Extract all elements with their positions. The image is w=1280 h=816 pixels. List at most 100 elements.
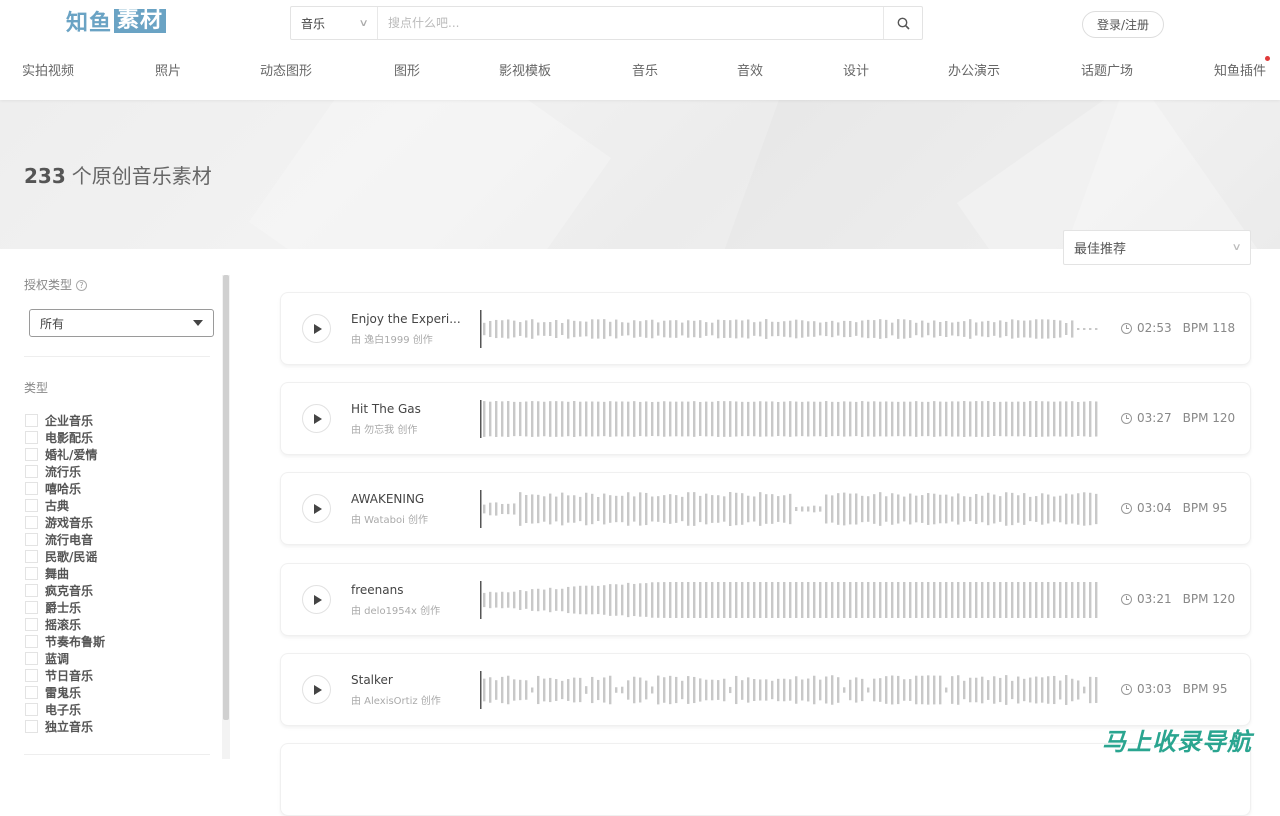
genre-option[interactable]: 摇滚乐 <box>25 616 105 633</box>
genre-option[interactable]: 流行乐 <box>25 463 105 480</box>
genre-option[interactable]: 电影配乐 <box>25 429 105 446</box>
waveform-bar <box>597 496 600 522</box>
waveform-bar <box>945 320 948 338</box>
track-title[interactable]: freenans <box>351 583 463 597</box>
waveform-bar <box>735 582 738 618</box>
genre-checkbox[interactable] <box>25 516 38 529</box>
nav-item-live-video[interactable]: 实拍视频 <box>22 60 74 79</box>
waveform-bar <box>543 322 546 336</box>
waveform-bar <box>1047 494 1050 524</box>
playhead[interactable] <box>480 400 482 438</box>
track-title[interactable]: AWAKENING <box>351 492 463 506</box>
waveform[interactable] <box>480 490 1105 528</box>
genre-checkbox[interactable] <box>25 499 38 512</box>
waveform[interactable] <box>480 310 1105 348</box>
track-card[interactable]: Stalker 由 AlexisOrtiz 创作 03:03 BPM 95 <box>280 653 1251 726</box>
genre-checkbox[interactable] <box>25 618 38 631</box>
genre-checkbox[interactable] <box>25 482 38 495</box>
site-logo[interactable]: 知鱼 素材 <box>66 8 167 36</box>
genre-option[interactable]: 雷鬼乐 <box>25 684 105 701</box>
genre-option[interactable]: 民歌/民谣 <box>25 548 105 565</box>
login-register-button[interactable]: 登录/注册 <box>1082 11 1164 38</box>
genre-checkbox[interactable] <box>25 720 38 733</box>
genre-option[interactable]: 嘻哈乐 <box>25 480 105 497</box>
waveform-bar <box>927 322 930 336</box>
genre-checkbox[interactable] <box>25 533 38 546</box>
waveform-bar <box>651 686 654 694</box>
genre-option[interactable]: 舞曲 <box>25 565 105 582</box>
genre-checkbox[interactable] <box>25 686 38 699</box>
nav-item-photos[interactable]: 照片 <box>155 60 181 79</box>
genre-option[interactable]: 婚礼/爱情 <box>25 446 105 463</box>
waveform-bar <box>1005 675 1008 705</box>
genre-checkbox[interactable] <box>25 431 38 444</box>
play-button[interactable] <box>302 314 331 343</box>
playhead[interactable] <box>480 310 482 348</box>
nav-item-motion-graphics[interactable]: 动态图形 <box>260 60 312 79</box>
play-button[interactable] <box>302 585 331 614</box>
waveform[interactable] <box>480 671 1105 709</box>
nav-item-topics[interactable]: 话题广场 <box>1081 60 1133 79</box>
track-card[interactable]: freenans 由 delo1954x 创作 03:21 BPM 120 <box>280 563 1251 636</box>
genre-option[interactable]: 独立音乐 <box>25 718 105 735</box>
genre-option[interactable]: 电子乐 <box>25 701 105 718</box>
play-button[interactable] <box>302 404 331 433</box>
nav-item-graphics[interactable]: 图形 <box>394 60 420 79</box>
track-card[interactable]: Hit The Gas 由 勿忘我 创作 03:27 BPM 120 <box>280 382 1251 455</box>
track-title[interactable]: Enjoy the Experi... <box>351 312 463 326</box>
genre-option-label: 流行电音 <box>45 533 94 547</box>
nav-item-office[interactable]: 办公演示 <box>948 60 1000 79</box>
genre-option[interactable]: 游戏音乐 <box>25 514 105 531</box>
play-button[interactable] <box>302 675 331 704</box>
playhead[interactable] <box>480 490 482 528</box>
track-card[interactable]: Enjoy the Experi... 由 逸白1999 创作 02:53 BPM 1… <box>280 292 1251 365</box>
waveform-bar <box>747 582 750 618</box>
waveform-bar <box>591 493 594 525</box>
genre-checkbox[interactable] <box>25 448 38 461</box>
genre-option[interactable]: 企业音乐 <box>25 412 105 429</box>
genre-option[interactable]: 流行电音 <box>25 531 105 548</box>
search-input[interactable] <box>378 7 883 39</box>
scrollbar-thumb[interactable] <box>223 275 229 720</box>
genre-option[interactable]: 古典 <box>25 497 105 514</box>
license-type-select[interactable]: 所有 <box>29 309 214 337</box>
genre-checkbox[interactable] <box>25 635 38 648</box>
track-card[interactable]: AWAKENING 由 Wataboi 创作 03:04 BPM 95 <box>280 472 1251 545</box>
genre-checkbox[interactable] <box>25 669 38 682</box>
waveform-bar <box>1083 401 1086 437</box>
genre-checkbox[interactable] <box>25 465 38 478</box>
sort-select[interactable]: 最佳推荐 ∨ <box>1063 230 1251 265</box>
genre-checkbox[interactable] <box>25 584 38 597</box>
play-button[interactable] <box>302 494 331 523</box>
playhead[interactable] <box>480 671 482 709</box>
search-category-select[interactable]: 音乐 ∨ <box>291 7 378 39</box>
nav-item-music[interactable]: 音乐 <box>632 60 658 79</box>
genre-checkbox[interactable] <box>25 601 38 614</box>
waveform-bar <box>579 321 582 337</box>
track-title[interactable]: Stalker <box>351 673 463 687</box>
waveform-bar <box>507 401 510 437</box>
waveform[interactable] <box>480 581 1105 619</box>
playhead[interactable] <box>480 581 482 619</box>
nav-item-plugin[interactable]: 知鱼插件 <box>1214 56 1271 79</box>
nav-item-sound-effects[interactable]: 音效 <box>737 60 763 79</box>
nav-item-video-templates[interactable]: 影视模板 <box>499 60 551 79</box>
waveform[interactable] <box>480 400 1105 438</box>
genre-option[interactable]: 疯克音乐 <box>25 582 105 599</box>
genre-checkbox[interactable] <box>25 567 38 580</box>
genre-option[interactable]: 蓝调 <box>25 650 105 667</box>
waveform-bar <box>597 585 600 615</box>
track-title[interactable]: Hit The Gas <box>351 402 463 416</box>
genre-option[interactable]: 节日音乐 <box>25 667 105 684</box>
genre-checkbox[interactable] <box>25 703 38 716</box>
nav-item-design[interactable]: 设计 <box>843 60 869 79</box>
genre-checkbox[interactable] <box>25 652 38 665</box>
help-icon[interactable]: ? <box>76 280 88 291</box>
genre-checkbox[interactable] <box>25 414 38 427</box>
search-button[interactable] <box>883 7 922 39</box>
waveform-bar <box>675 495 678 523</box>
genre-option[interactable]: 节奏布鲁斯 <box>25 633 105 650</box>
sidebar-scrollbar[interactable] <box>222 275 230 759</box>
genre-checkbox[interactable] <box>25 550 38 563</box>
genre-option[interactable]: 爵士乐 <box>25 599 105 616</box>
